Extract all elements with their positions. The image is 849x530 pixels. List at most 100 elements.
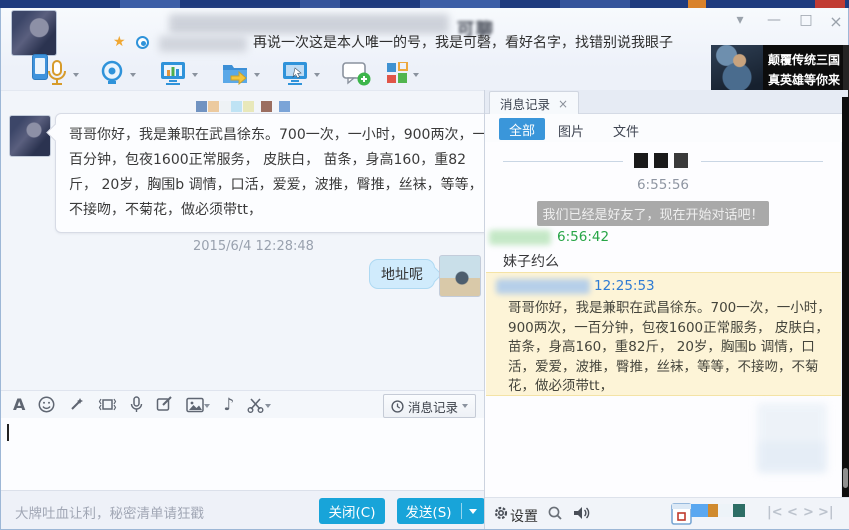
history-button-label: 消息记录 bbox=[407, 399, 458, 415]
tab-close-icon[interactable]: × bbox=[558, 97, 568, 111]
magic-wand-button[interactable] bbox=[68, 396, 85, 413]
censor-block bbox=[691, 504, 708, 517]
remote-desktop-button[interactable] bbox=[281, 60, 320, 86]
date-separator-line bbox=[701, 161, 823, 162]
message-input[interactable] bbox=[1, 418, 484, 490]
contact-avatar[interactable] bbox=[11, 10, 57, 56]
strip-fragment bbox=[120, 0, 180, 8]
minimize-button[interactable]: — bbox=[761, 12, 787, 28]
strip-fragment bbox=[560, 0, 630, 8]
send-image-button[interactable] bbox=[186, 397, 211, 413]
create-session-button[interactable] bbox=[341, 61, 371, 87]
ad-line2: 真英雄等你来 bbox=[767, 73, 840, 87]
tab-message-history[interactable]: 消息记录 × bbox=[489, 91, 580, 115]
chevron-down-icon[interactable] bbox=[468, 509, 477, 518]
voice-call-button[interactable] bbox=[46, 60, 79, 86]
censor-block bbox=[243, 101, 254, 112]
message-history-button[interactable]: 消息记录 bbox=[382, 394, 476, 418]
filter-images-tab[interactable]: 图片 bbox=[558, 121, 584, 140]
sender-avatar[interactable] bbox=[9, 115, 51, 157]
star-icon: ★ bbox=[113, 34, 126, 50]
censor-block bbox=[733, 504, 745, 517]
window-shake-button[interactable] bbox=[98, 396, 117, 413]
send-button-label: 发送(S) bbox=[405, 505, 452, 521]
apps-button[interactable] bbox=[386, 62, 419, 84]
chevron-down-icon[interactable] bbox=[130, 72, 136, 80]
self-avatar[interactable] bbox=[439, 255, 481, 297]
window-menu-button[interactable]: ▾ bbox=[727, 12, 753, 28]
clock-icon bbox=[391, 399, 404, 413]
date-separator-line bbox=[503, 161, 623, 162]
censor-block bbox=[196, 101, 207, 112]
sender-name-redacted bbox=[489, 230, 551, 245]
chevron-down-icon[interactable] bbox=[192, 72, 198, 80]
app-share-button[interactable] bbox=[159, 60, 198, 86]
button-divider bbox=[460, 503, 462, 519]
search-icon[interactable] bbox=[547, 505, 563, 521]
filter-all-tab[interactable]: 全部 bbox=[499, 118, 545, 140]
signature-redacted bbox=[159, 36, 247, 52]
history-message-text: 哥哥你好，我是兼职在武昌徐东。700一次，一小时，900两次，一百分钟，包夜16… bbox=[508, 300, 831, 394]
message-plus-icon bbox=[342, 62, 371, 86]
sender-name-redacted bbox=[496, 279, 590, 294]
chevron-down-icon[interactable] bbox=[254, 72, 260, 80]
composer-toolbar: A ♪ 消息记录 bbox=[1, 390, 484, 418]
censor-block bbox=[674, 153, 688, 168]
history-timestamp: 6:55:56 bbox=[636, 177, 690, 193]
promo-link[interactable]: 大牌吐血让利，秘密清单请狂戳 bbox=[15, 502, 204, 522]
strip-fragment bbox=[420, 0, 500, 8]
contact-name-redacted bbox=[169, 14, 449, 34]
font-style-button[interactable]: A bbox=[13, 395, 25, 414]
history-content[interactable]: 6:55:56 我们已经是好友了，现在开始对话吧！ 6:56:42 妹子约么 1… bbox=[485, 142, 841, 497]
history-message: 妹子约么 bbox=[503, 254, 559, 270]
message-timestamp: 2015/6/4 12:28:48 bbox=[193, 239, 314, 254]
emoticon-button[interactable] bbox=[38, 396, 55, 413]
folder-send-icon bbox=[223, 65, 247, 85]
chevron-down-icon[interactable] bbox=[73, 72, 79, 80]
close-button[interactable]: × bbox=[823, 12, 849, 31]
settings-button[interactable]: 设置 bbox=[510, 506, 538, 526]
video-call-button[interactable] bbox=[99, 60, 136, 86]
censor-block bbox=[220, 101, 231, 112]
history-timestamp-blue: 12:25:53 bbox=[594, 278, 655, 294]
chevron-down-icon[interactable] bbox=[265, 404, 272, 411]
censor-block bbox=[279, 101, 290, 112]
send-file-button[interactable] bbox=[221, 61, 260, 85]
history-tab-bar: 消息记录 × bbox=[485, 90, 848, 115]
contact-signature: 再说一次这是本人唯一的号，我是可磬，看好名字，找错别说我眼子 bbox=[253, 35, 673, 51]
app-grid-icon bbox=[387, 62, 408, 83]
highlighted-history-message: 12:25:53 哥哥你好，我是兼职在武昌徐东。700一次，一小时，900两次，… bbox=[486, 272, 841, 396]
gear-icon[interactable] bbox=[493, 505, 509, 521]
send-button[interactable]: 发送(S) bbox=[397, 498, 485, 524]
music-button[interactable]: ♪ bbox=[223, 395, 234, 415]
qq-service-icon bbox=[136, 36, 149, 49]
chevron-down-icon[interactable] bbox=[204, 404, 211, 411]
background-window-strip bbox=[0, 0, 849, 8]
strip-fragment bbox=[815, 0, 845, 8]
calendar-icon[interactable] bbox=[671, 502, 692, 525]
chat-message-area: 哥哥你好，我是兼职在武昌徐东。700一次，一小时，900两次，一百分钟，包夜16… bbox=[1, 90, 507, 390]
screenshot-edit-button[interactable] bbox=[156, 396, 173, 413]
maximize-button[interactable]: □ bbox=[793, 12, 819, 28]
history-scrollbar[interactable] bbox=[842, 97, 849, 497]
audio-record-button[interactable] bbox=[130, 396, 143, 413]
scrollbar-thumb[interactable] bbox=[843, 468, 848, 488]
system-message: 我们已经是好友了，现在开始对话吧！ bbox=[537, 201, 769, 226]
chevron-down-icon bbox=[462, 403, 468, 411]
close-chat-button[interactable]: 关闭(C) bbox=[319, 498, 385, 524]
prev-page-button[interactable]: < bbox=[787, 505, 798, 520]
first-page-button[interactable]: |< bbox=[767, 505, 783, 520]
monitor-cursor-icon bbox=[283, 62, 307, 85]
tab-label: 消息记录 bbox=[500, 97, 551, 112]
composer-footer: 大牌吐血让利，秘密清单请狂戳 关闭(C) 发送(S) bbox=[1, 490, 485, 529]
history-footer: 设置 |< < > >| bbox=[485, 497, 849, 529]
next-page-button[interactable]: > bbox=[803, 505, 814, 520]
speaker-icon[interactable] bbox=[573, 505, 591, 521]
clip-tools-button[interactable] bbox=[247, 397, 272, 413]
filter-files-tab[interactable]: 文件 bbox=[613, 121, 639, 140]
chevron-down-icon[interactable] bbox=[314, 72, 320, 80]
received-message-bubble: 哥哥你好，我是兼职在武昌徐东。700一次，一小时，900两次，一百分钟，包夜16… bbox=[55, 113, 507, 233]
last-page-button[interactable]: >| bbox=[818, 505, 834, 520]
chevron-down-icon[interactable] bbox=[413, 72, 419, 80]
censor-block bbox=[231, 101, 242, 112]
